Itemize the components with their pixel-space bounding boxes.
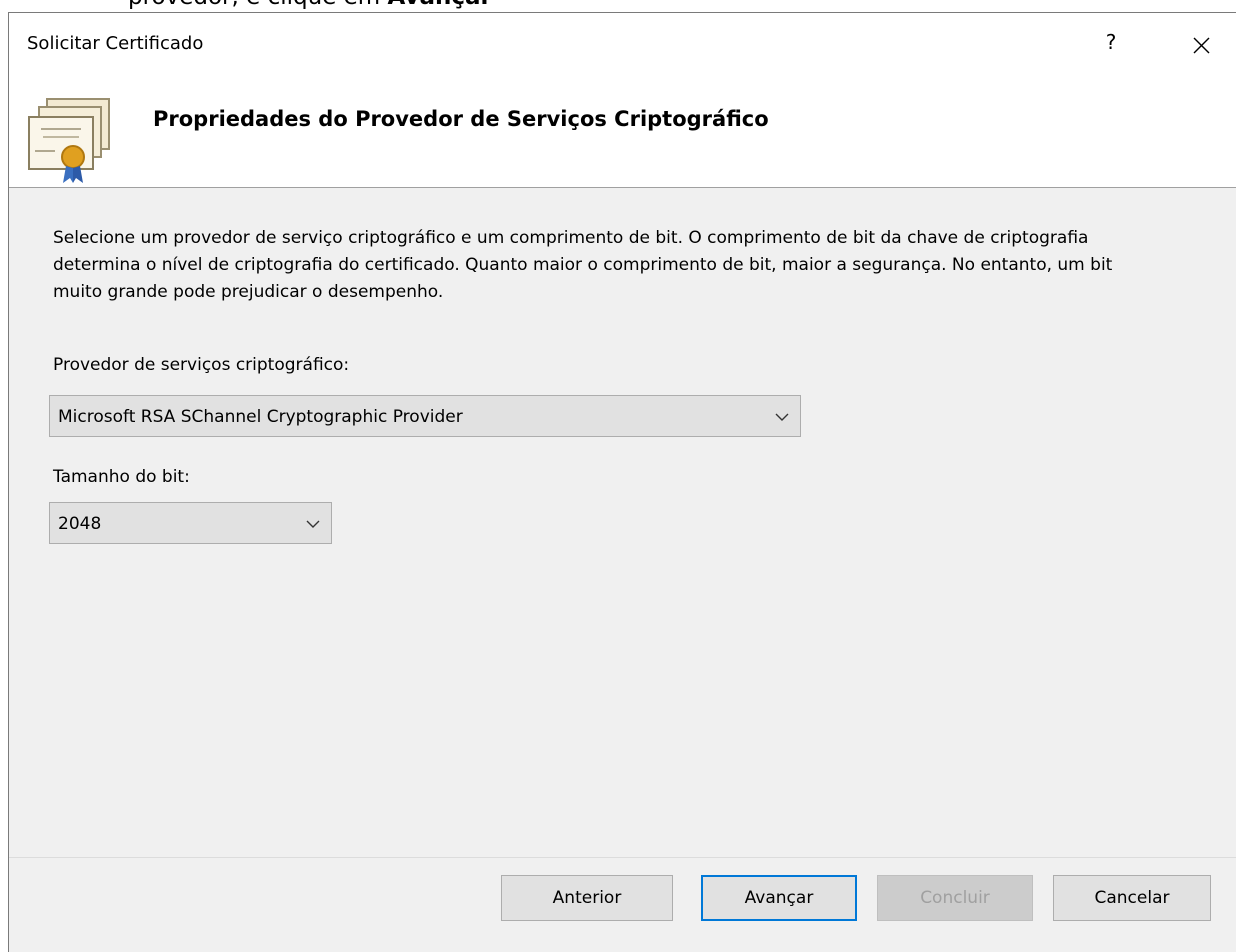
back-button[interactable]: Anterior <box>501 875 673 921</box>
cancel-button[interactable]: Cancelar <box>1053 875 1211 921</box>
provider-label-text: Provedor de serviços criptográfico: <box>53 355 350 375</box>
bit-size-label-text: Tamanho do bit: <box>53 467 190 487</box>
close-button[interactable] <box>1181 25 1221 65</box>
close-icon <box>1193 37 1210 54</box>
provider-dropdown[interactable]: Microsoft RSA SChannel Cryptographic Pro… <box>49 395 801 437</box>
bit-size-label: Tamanho do bit: <box>53 467 190 487</box>
provider-selected-value: Microsoft RSA SChannel Cryptographic Pro… <box>58 407 463 427</box>
page-title: Propriedades do Provedor de Serviços Cri… <box>153 107 769 131</box>
background-document-text: provedor, e clique em Avançar <box>0 0 1236 12</box>
next-button[interactable]: Avançar <box>701 875 857 921</box>
chevron-down-icon <box>306 520 320 528</box>
wizard-header: Propriedades do Provedor de Serviços Cri… <box>9 73 1236 188</box>
request-certificate-dialog: Solicitar Certificado ? Propriedades do … <box>8 12 1236 952</box>
bit-size-selected-value: 2048 <box>58 514 102 534</box>
description-text: Selecione um provedor de serviço criptog… <box>53 228 1113 302</box>
certificate-icon <box>28 98 110 183</box>
bit-size-dropdown[interactable]: 2048 <box>49 502 332 544</box>
provider-label: Provedor de serviços criptográfico: <box>53 355 349 375</box>
title-bar: Solicitar Certificado ? <box>9 13 1236 73</box>
background-text-prefix: provedor, e clique em <box>128 0 388 10</box>
window-title: Solicitar Certificado <box>27 33 204 54</box>
background-text-bold: Avançar <box>388 0 492 10</box>
footer-divider <box>9 857 1236 858</box>
chevron-down-icon <box>775 413 789 421</box>
finish-button[interactable]: Concluir <box>877 875 1033 921</box>
help-button[interactable]: ? <box>1091 23 1131 63</box>
